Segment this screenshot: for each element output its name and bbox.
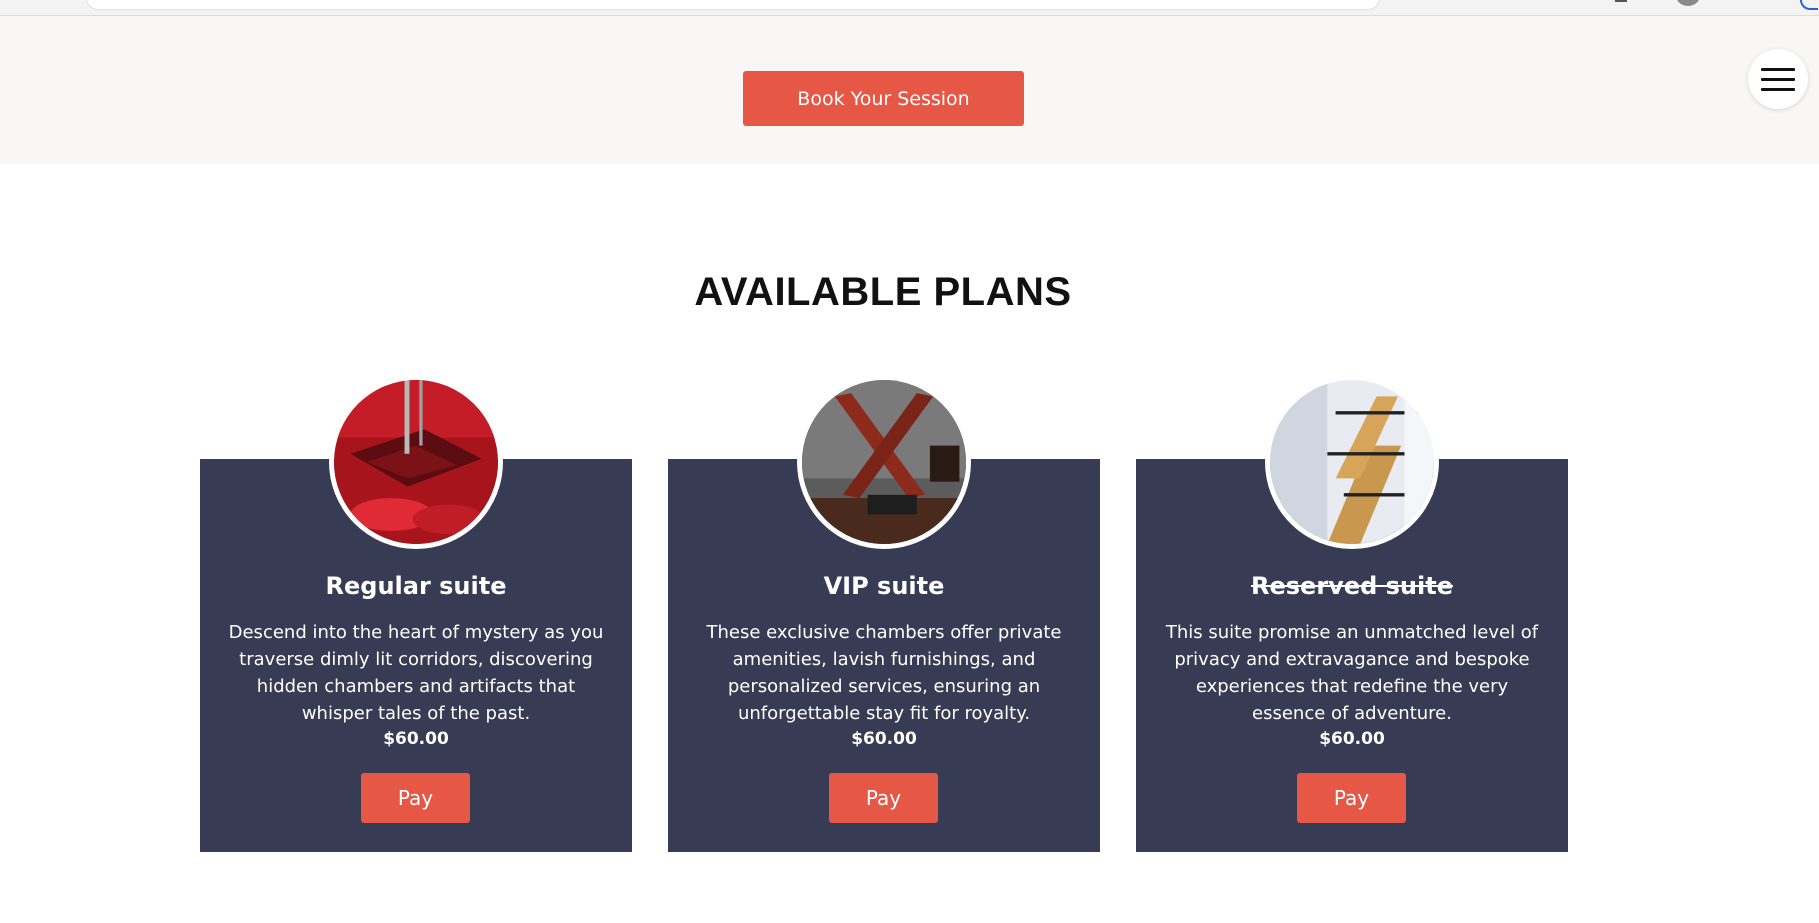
menu-line	[1761, 87, 1795, 91]
section-title: AVAILABLE PLANS	[694, 270, 1072, 314]
plan-name: Reserved suite	[1251, 572, 1453, 600]
address-bar[interactable]	[86, 0, 1380, 10]
plan-card-vip: VIP suite These exclusive chambers offer…	[668, 375, 1100, 852]
browser-toolbar	[0, 0, 1819, 16]
extension-icon[interactable]	[1800, 0, 1818, 10]
book-session-button[interactable]: Book Your Session	[743, 71, 1024, 126]
hero-banner: Book Your Session	[0, 16, 1819, 164]
hamburger-menu-icon[interactable]	[1748, 49, 1808, 109]
plan-name: Regular suite	[325, 572, 507, 600]
plan-description: This suite promise an unmatched level of…	[1165, 622, 1539, 724]
profile-avatar[interactable]	[1675, 0, 1701, 6]
pay-button[interactable]: Pay	[1297, 773, 1406, 823]
pay-button[interactable]: Pay	[829, 773, 938, 823]
pay-button[interactable]: Pay	[361, 773, 470, 823]
menu-line	[1761, 77, 1795, 81]
plan-image	[797, 375, 971, 549]
plan-name: VIP suite	[823, 572, 945, 600]
plan-image	[1265, 375, 1439, 549]
plan-description: Descend into the heart of mystery as you…	[228, 622, 604, 724]
plan-description: These exclusive chambers offer private a…	[706, 622, 1062, 724]
toolbar-icon[interactable]	[1615, 0, 1627, 2]
plan-card-regular: Regular suite Descend into the heart of …	[200, 375, 632, 852]
plan-price: $60.00	[851, 729, 917, 749]
plan-image	[329, 375, 503, 549]
plan-price: $60.00	[1319, 729, 1385, 749]
plan-card-reserved: Reserved suite This suite promise an unm…	[1136, 375, 1568, 852]
menu-line	[1761, 67, 1795, 71]
plan-price: $60.00	[383, 729, 449, 749]
